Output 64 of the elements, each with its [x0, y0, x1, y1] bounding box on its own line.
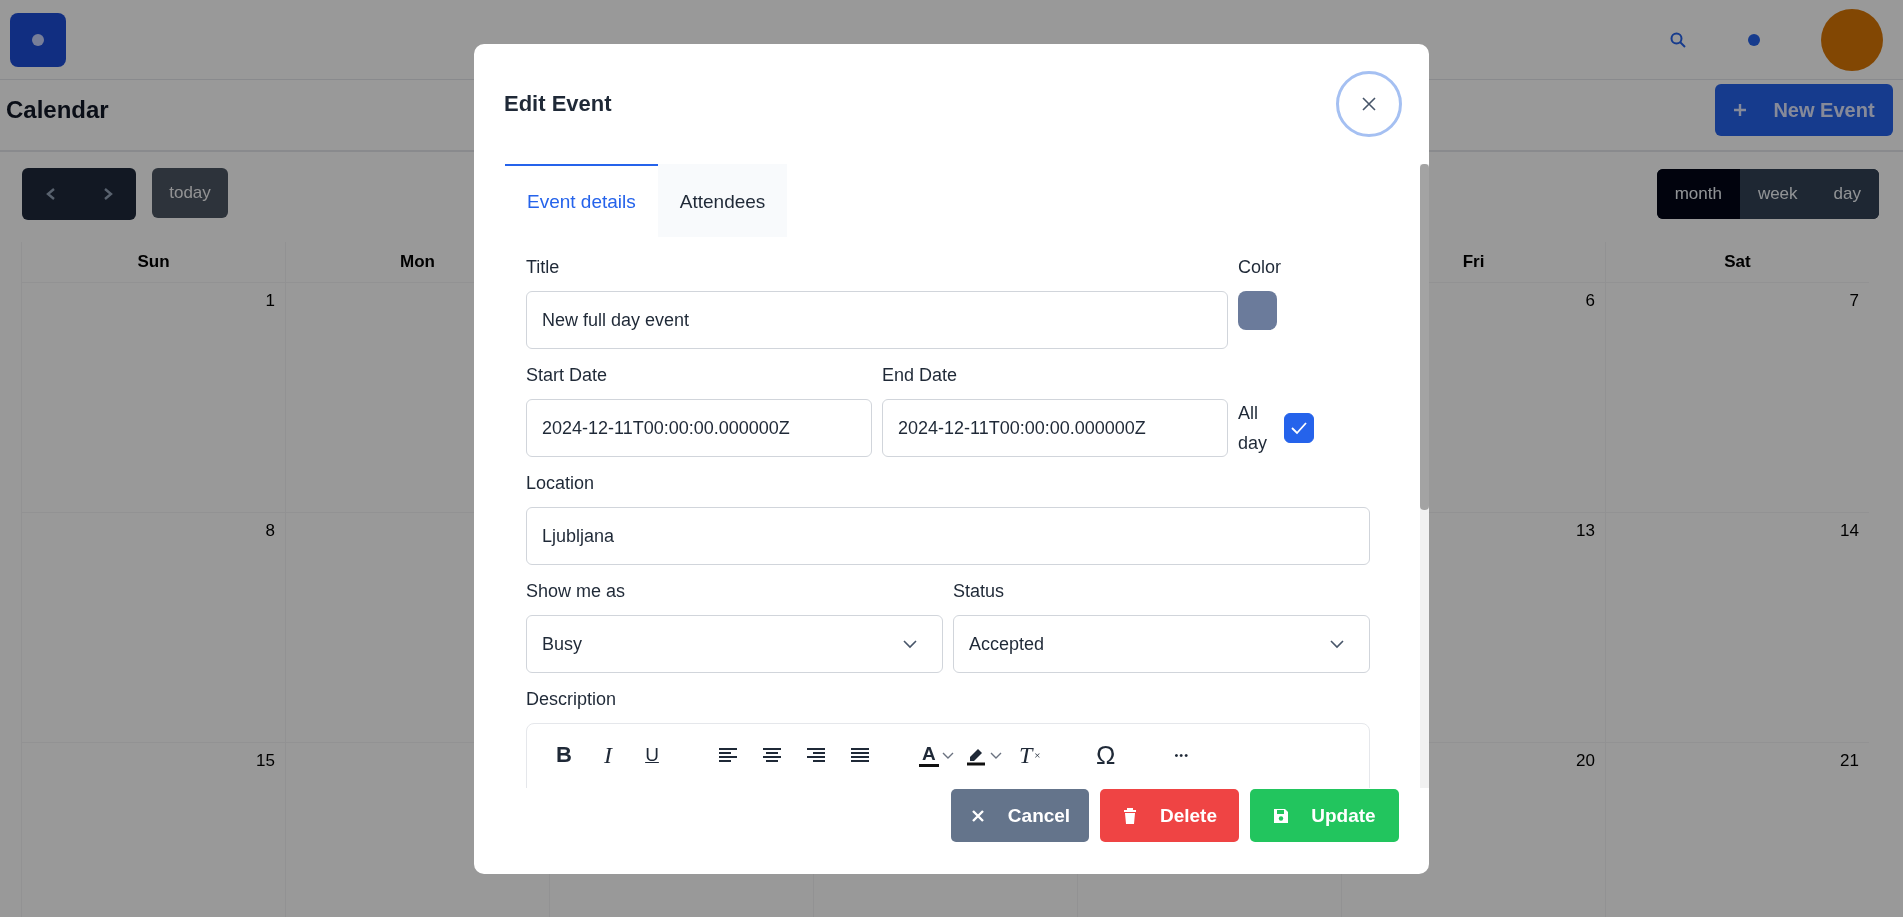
search-icon	[1669, 30, 1687, 49]
special-character-button[interactable]: Ω	[1088, 734, 1123, 776]
cancel-button[interactable]: Cancel	[951, 789, 1089, 842]
view-tab[interactable]: month	[1656, 169, 1740, 219]
field-label: Status	[953, 580, 1006, 603]
day-number: 6	[1585, 291, 1595, 311]
chevron-left-icon	[44, 187, 57, 201]
bold-button[interactable]: B	[547, 734, 581, 776]
day-number: 1	[265, 291, 275, 311]
checkbox[interactable]	[1284, 413, 1314, 443]
weekday-label: Mon	[400, 252, 435, 272]
weekday-label: Sun	[137, 252, 170, 272]
dot-icon	[1747, 32, 1761, 47]
caret-icon	[940, 750, 955, 760]
plus-icon	[1733, 103, 1748, 117]
field-label: Start Date	[526, 364, 609, 387]
day-number: 15	[256, 751, 275, 771]
day-number: 20	[1576, 751, 1595, 771]
italic-button[interactable]: I	[591, 734, 625, 776]
input-field[interactable]: Ljubljana	[526, 507, 1370, 565]
check-icon	[1290, 421, 1308, 435]
align-center-icon	[762, 746, 782, 764]
tab[interactable]: Attendees	[657, 164, 788, 237]
align-right-icon	[806, 746, 826, 764]
more-button[interactable]: •••	[1164, 734, 1199, 776]
justify-icon	[850, 746, 870, 764]
day-number: 7	[1849, 291, 1859, 311]
trash-icon	[1122, 807, 1138, 824]
day-number: 14	[1840, 521, 1859, 541]
scrollbar-thumb[interactable]	[1420, 164, 1429, 510]
today-button[interactable]: today	[152, 168, 228, 218]
chevron-down-icon	[902, 639, 918, 649]
select-field[interactable]: Busy	[526, 615, 943, 673]
dialog-title: Edit Event	[504, 91, 612, 117]
delete-button[interactable]: Delete	[1100, 789, 1239, 842]
weekday-label: Sat	[1724, 252, 1751, 272]
home-button[interactable]	[10, 12, 66, 67]
color-swatch[interactable]	[1238, 291, 1277, 330]
day-number: 21	[1840, 751, 1859, 771]
input-field[interactable]: 2024-12-11T00:00:00.000000Z	[526, 399, 872, 457]
field-label: Color	[1238, 256, 1282, 279]
caret-icon	[988, 750, 1003, 760]
view-tab[interactable]: day	[1815, 169, 1879, 219]
weekday-label: Fri	[1462, 252, 1485, 272]
text-color-button[interactable]: A	[919, 734, 955, 776]
field-label: Description	[526, 688, 618, 711]
field-label: Show me as	[526, 580, 627, 603]
day-number: 8	[265, 521, 275, 541]
page-title: Calendar	[6, 96, 109, 124]
input-field[interactable]: New full day event	[526, 291, 1228, 349]
chevron-down-icon	[1329, 639, 1345, 649]
select-field[interactable]: Accepted	[953, 615, 1370, 673]
view-tab[interactable]: week	[1739, 169, 1816, 219]
circle-icon	[30, 31, 46, 48]
day-number: 13	[1576, 521, 1595, 541]
field-label: Location	[526, 472, 596, 495]
close-icon	[969, 807, 986, 824]
field-label: End Date	[882, 364, 959, 387]
align-left-icon	[718, 746, 738, 764]
field-label: Title	[526, 256, 561, 279]
close-icon	[1361, 96, 1377, 112]
underline-button[interactable]: U	[635, 734, 669, 776]
checkbox-label: All day	[1238, 402, 1269, 455]
input-field[interactable]: 2024-12-11T00:00:00.000000Z	[882, 399, 1228, 457]
